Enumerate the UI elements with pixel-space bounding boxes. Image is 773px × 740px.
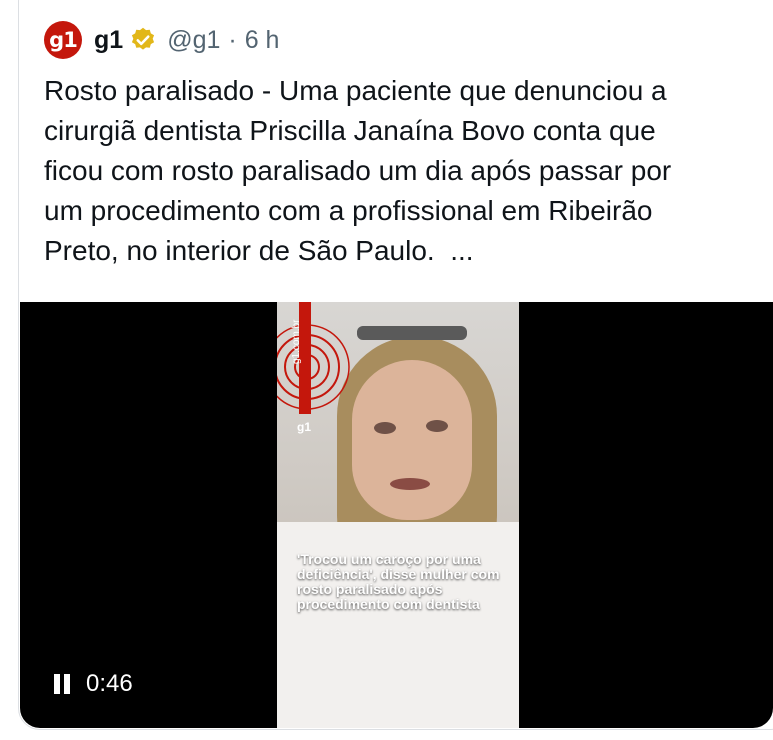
avatar[interactable]: g1 (44, 21, 82, 59)
eye-right (426, 420, 448, 432)
eye-left (374, 422, 396, 434)
person-face (352, 360, 472, 520)
watermark-logo: g1 (297, 420, 312, 434)
timestamp[interactable]: 6 h (245, 26, 280, 55)
video-controls: 0:46 (54, 670, 133, 698)
tweet-text: Rosto paralisado - Uma paciente que denu… (44, 75, 672, 266)
video-caption: 'Trocou um caroço por uma deficiência', … (297, 551, 500, 612)
sunglasses (357, 326, 467, 340)
verified-badge-icon (132, 27, 155, 50)
handle-row: @g1 · 6 h (167, 26, 279, 55)
pause-icon[interactable] (54, 674, 70, 694)
tweet-header: g1 g1 @g1 · 6 h (44, 21, 279, 59)
account-name[interactable]: g1 (94, 26, 123, 55)
video-frame: g1.com.br g1 'Trocou um caroço por uma d… (277, 302, 519, 728)
watermark-url: g1.com.br (291, 319, 302, 364)
broadcast-rings-icon (277, 324, 350, 410)
video-time: 0:46 (86, 670, 133, 697)
account-handle[interactable]: @g1 (167, 26, 220, 55)
video-player[interactable]: g1.com.br g1 'Trocou um caroço por uma d… (20, 302, 773, 728)
mouth (390, 478, 430, 490)
separator: · (228, 25, 237, 54)
